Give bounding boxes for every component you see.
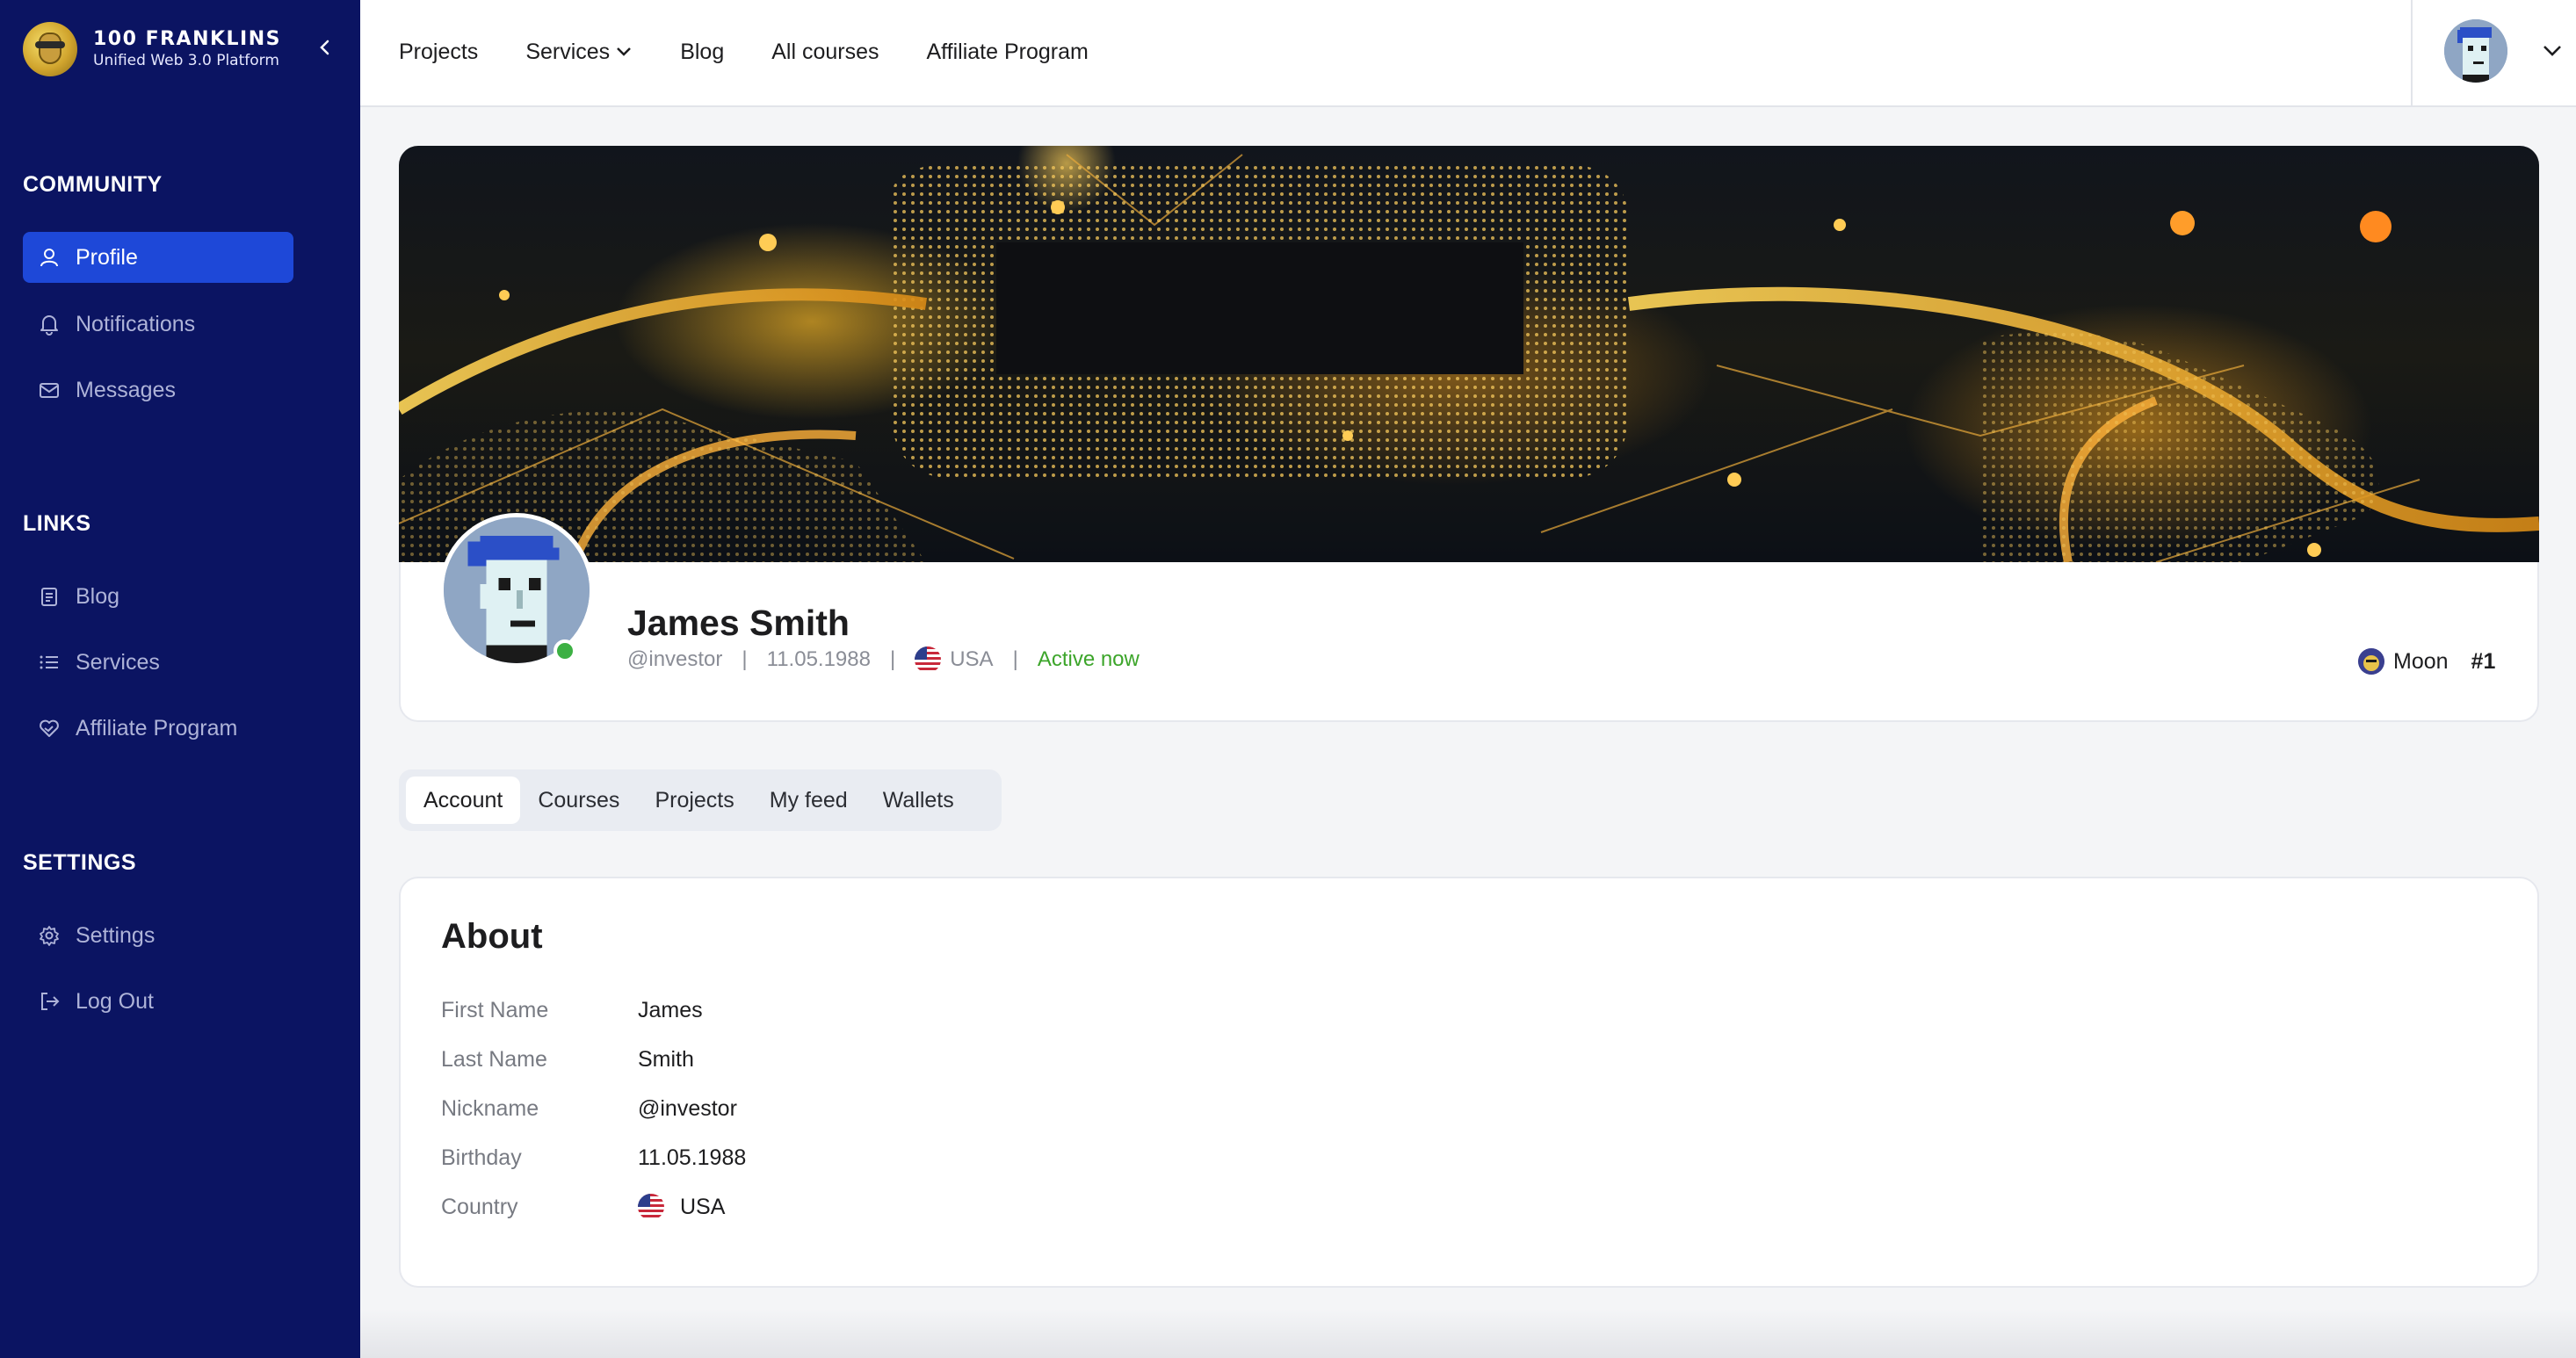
moon-rank-icon bbox=[2358, 648, 2384, 675]
about-title: About bbox=[441, 917, 543, 956]
field-label: Country bbox=[441, 1194, 518, 1219]
profile-banner-image bbox=[399, 146, 2539, 562]
sidebar-item-label: Notifications bbox=[76, 311, 196, 336]
topbar: Projects Services Blog All courses Affil… bbox=[360, 0, 2576, 107]
field-value-country: USA bbox=[638, 1194, 725, 1220]
topnav-blog[interactable]: Blog bbox=[680, 40, 724, 65]
clipboard-icon bbox=[37, 584, 62, 609]
country-value: USA bbox=[680, 1194, 726, 1219]
about-row-last-name: Last Name Smith bbox=[441, 1042, 694, 1077]
usa-flag-icon bbox=[638, 1194, 664, 1220]
handshake-heart-icon bbox=[37, 716, 62, 740]
section-title-links: LINKS bbox=[23, 511, 91, 536]
gear-icon bbox=[37, 923, 62, 948]
profile-country: USA bbox=[950, 647, 994, 671]
rank-badge: Moon #1 bbox=[2358, 648, 2495, 675]
usa-flag-icon bbox=[915, 646, 942, 673]
chevron-left-icon bbox=[320, 40, 329, 55]
sidebar-item-label: Blog bbox=[76, 583, 120, 609]
topnav-services[interactable]: Services bbox=[525, 40, 633, 65]
user-avatar-menu[interactable] bbox=[2444, 19, 2507, 83]
rank-number: #1 bbox=[2471, 648, 2496, 674]
field-value: @investor bbox=[638, 1095, 737, 1121]
about-row-birthday: Birthday 11.05.1988 bbox=[441, 1140, 746, 1175]
topnav-affiliate-program[interactable]: Affiliate Program bbox=[927, 40, 1089, 65]
brand-subtitle: Unified Web 3.0 Platform bbox=[93, 52, 279, 69]
sidebar-collapse-button[interactable] bbox=[313, 33, 337, 61]
field-value: 11.05.1988 bbox=[638, 1145, 747, 1170]
tab-my-feed[interactable]: My feed bbox=[752, 777, 865, 824]
sidebar-item-label: Services bbox=[76, 649, 160, 675]
about-card: About First Name James Last Name Smith N… bbox=[399, 877, 2539, 1288]
profile-birthday: 11.05.1988 bbox=[766, 647, 871, 671]
topbar-divider bbox=[2411, 0, 2413, 107]
topnav-projects[interactable]: Projects bbox=[399, 40, 478, 65]
profile-meta: @investor | 11.05.1988 | USA | Active no… bbox=[627, 646, 1140, 673]
field-label: First Name bbox=[441, 997, 549, 1022]
profile-tabs: Account Courses Projects My feed Wallets bbox=[399, 769, 1002, 831]
topnav-all-courses[interactable]: All courses bbox=[771, 40, 879, 65]
meta-separator: | bbox=[742, 647, 748, 671]
chevron-down-icon bbox=[617, 47, 632, 56]
sidebar-item-label: Settings bbox=[76, 922, 156, 948]
sidebar-item-services[interactable]: Services bbox=[23, 637, 293, 688]
tab-courses[interactable]: Courses bbox=[520, 777, 637, 824]
sidebar-item-label: Messages bbox=[76, 377, 176, 402]
brand[interactable]: 100 FRANKLINS Unified Web 3.0 Platform bbox=[23, 21, 281, 77]
brand-name: 100 FRANKLINS bbox=[93, 28, 281, 50]
brand-logo bbox=[23, 22, 77, 76]
about-row-first-name: First Name James bbox=[441, 993, 703, 1028]
mail-icon bbox=[37, 378, 62, 402]
sidebar-item-label: Affiliate Program bbox=[76, 715, 238, 740]
tab-account[interactable]: Account bbox=[406, 777, 521, 824]
online-status-dot bbox=[554, 639, 576, 662]
list-icon bbox=[37, 650, 62, 675]
sidebar: 100 FRANKLINS Unified Web 3.0 Platform C… bbox=[0, 0, 360, 1358]
section-title-settings: SETTINGS bbox=[23, 850, 137, 875]
sidebar-item-notifications[interactable]: Notifications bbox=[23, 299, 293, 350]
about-row-country: Country USA bbox=[441, 1189, 725, 1224]
status-active-now: Active now bbox=[1037, 647, 1140, 671]
field-value: Smith bbox=[638, 1046, 694, 1072]
field-label: Last Name bbox=[441, 1046, 547, 1072]
sidebar-item-settings[interactable]: Settings bbox=[23, 910, 293, 961]
sidebar-item-logout[interactable]: Log Out bbox=[23, 976, 293, 1027]
tab-projects[interactable]: Projects bbox=[637, 777, 751, 824]
section-title-community: COMMUNITY bbox=[23, 172, 163, 197]
sidebar-item-profile[interactable]: Profile bbox=[23, 232, 293, 283]
user-icon bbox=[37, 245, 62, 270]
field-label: Birthday bbox=[441, 1145, 522, 1170]
page-bottom-shade bbox=[360, 1309, 2576, 1358]
profile-name: James Smith bbox=[627, 603, 850, 643]
sidebar-item-label: Profile bbox=[76, 244, 138, 270]
sidebar-item-label: Log Out bbox=[76, 988, 154, 1014]
profile-nickname: @investor bbox=[627, 647, 723, 671]
top-navigation: Projects Services Blog All courses Affil… bbox=[399, 0, 1136, 104]
sidebar-item-blog[interactable]: Blog bbox=[23, 571, 293, 622]
rank-label: Moon bbox=[2393, 648, 2449, 674]
meta-separator: | bbox=[889, 647, 896, 671]
field-label: Nickname bbox=[441, 1095, 539, 1121]
bell-icon bbox=[37, 312, 62, 336]
tab-wallets[interactable]: Wallets bbox=[865, 777, 972, 824]
pixel-avatar-icon bbox=[2444, 19, 2507, 83]
meta-separator: | bbox=[1012, 647, 1018, 671]
sidebar-item-affiliate-program[interactable]: Affiliate Program bbox=[23, 703, 293, 754]
field-value: James bbox=[638, 997, 703, 1022]
sidebar-item-messages[interactable]: Messages bbox=[23, 365, 293, 415]
account-chevron-down-icon[interactable] bbox=[2541, 42, 2564, 60]
about-row-nickname: Nickname @investor bbox=[441, 1091, 737, 1126]
logout-icon bbox=[37, 989, 62, 1014]
topnav-services-label: Services bbox=[525, 39, 611, 64]
